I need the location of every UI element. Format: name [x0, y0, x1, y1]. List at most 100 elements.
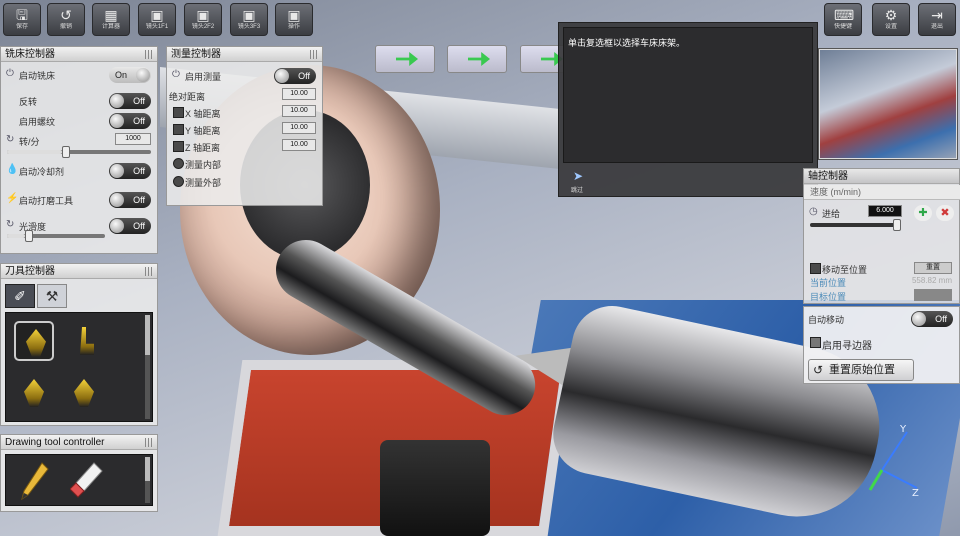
- panel-title: 刀具控制器: [1, 264, 157, 279]
- drawing-tool-panel: Drawing tool controller: [0, 434, 158, 512]
- coolant-toggle[interactable]: Off: [109, 163, 151, 179]
- drawing-tool-grid: [5, 454, 153, 506]
- minus-icon[interactable]: ✖: [936, 205, 954, 221]
- reset-origin-button[interactable]: ↺ 重置原始位置: [808, 359, 914, 381]
- undo-label: 撤销: [59, 24, 72, 30]
- reset-small-button[interactable]: 重置: [914, 262, 952, 274]
- scrollbar-thumb[interactable]: [145, 457, 150, 481]
- overview-minimap[interactable]: [818, 48, 958, 160]
- measure-inside-radio[interactable]: [173, 158, 184, 169]
- slider-fill: [7, 150, 62, 154]
- calculator-button[interactable]: ▦ 计算器: [92, 3, 130, 36]
- z-axis-label: Z: [912, 488, 919, 499]
- tool-item-1[interactable]: [14, 321, 54, 361]
- tool-tab-1[interactable]: [375, 45, 435, 73]
- speed-label: 转/分: [19, 137, 40, 147]
- save-icon: 🖫: [16, 7, 28, 23]
- x-distance-checkbox[interactable]: [173, 107, 184, 118]
- operation-camera-button[interactable]: ▣ 操作: [275, 3, 313, 36]
- settings-button[interactable]: ⚙ 设置: [872, 3, 910, 36]
- plus-icon[interactable]: ✚: [914, 205, 932, 221]
- z-axis-line: [881, 469, 918, 489]
- enable-measure-label: 启用测量: [185, 72, 222, 82]
- speed-row: ↻ 转/分 1000: [1, 131, 157, 158]
- camera3-label: 镜头3F3: [237, 24, 261, 30]
- panel-title: 测量控制器: [167, 47, 322, 62]
- toggle-knob: [110, 219, 124, 233]
- thread-toggle[interactable]: Off: [109, 113, 151, 129]
- measure-outside-radio[interactable]: [173, 176, 184, 187]
- y-distance-checkbox[interactable]: [173, 124, 184, 135]
- exit-button[interactable]: ⇥ 退出: [918, 3, 956, 36]
- panel-title: 轴控制器: [804, 169, 959, 184]
- feed-slider[interactable]: [810, 219, 901, 231]
- enable-measure-toggle[interactable]: Off: [274, 68, 316, 84]
- tool-category-tab-holder[interactable]: ⚒: [37, 284, 67, 308]
- tool-post: [380, 440, 490, 536]
- smoothness-toggle[interactable]: Off: [109, 218, 151, 234]
- drawing-panel-title: Drawing tool controller: [5, 437, 105, 448]
- tool-tab-2[interactable]: [447, 45, 507, 73]
- tool-grid-scrollbar[interactable]: [145, 315, 150, 419]
- undo-button[interactable]: ↺ 撤销: [47, 3, 85, 36]
- panel-grip-icon[interactable]: [145, 50, 154, 59]
- current-position-value: 558.82 mm: [911, 276, 952, 285]
- enable-measure-row: ⏻ 启用测量 Off: [167, 66, 322, 86]
- feed-value-field[interactable]: 6.000: [868, 205, 902, 217]
- settings-label: 设置: [884, 24, 897, 30]
- cutting-tool-icon: [74, 379, 94, 407]
- target-position-field[interactable]: [914, 289, 952, 301]
- tool-category-tab-cutter[interactable]: ✐: [5, 284, 35, 308]
- speed-slider[interactable]: [7, 146, 151, 158]
- polish-label: 启动打磨工具: [19, 196, 74, 206]
- camera3-button[interactable]: ▣ 镜头3F3: [230, 3, 268, 36]
- skip-icon[interactable]: ➤: [573, 169, 583, 183]
- slider-thumb[interactable]: [24, 230, 33, 242]
- lightning-icon: ⚡: [6, 193, 19, 204]
- y-axis-line: [881, 431, 908, 471]
- slider-thumb[interactable]: [892, 219, 901, 231]
- panel-grip-icon[interactable]: [145, 267, 154, 276]
- scrollbar-thumb[interactable]: [145, 315, 150, 355]
- reset-origin-label: 重置原始位置: [829, 364, 895, 376]
- z-distance-checkbox[interactable]: [173, 141, 184, 152]
- abs-distance-row: 绝对距离 10.00: [167, 86, 322, 103]
- thread-row: 启用螺纹 Off: [1, 111, 157, 131]
- clock-icon: ◷: [809, 206, 818, 217]
- camera2-button[interactable]: ▣ 镜头2F2: [184, 3, 222, 36]
- y-axis-label: Y: [899, 424, 907, 435]
- save-button[interactable]: 🖫 保存: [3, 3, 41, 36]
- toggle-state: Off: [133, 96, 145, 106]
- reverse-toggle[interactable]: Off: [109, 93, 151, 109]
- measure-inside-row: 测量内部: [167, 154, 322, 172]
- panel-grip-icon[interactable]: [145, 438, 154, 447]
- polish-toggle[interactable]: Off: [109, 192, 151, 208]
- edge-finder-row: 启用寻边器: [804, 333, 959, 353]
- auto-move-toggle[interactable]: Off: [911, 311, 953, 327]
- shortcuts-button[interactable]: ⌨ 快捷键: [824, 3, 862, 36]
- toggle-state: Off: [133, 195, 145, 205]
- edge-finder-label: 启用寻边器: [822, 341, 872, 352]
- refresh-icon: ↻: [6, 134, 15, 145]
- coolant-row: 💧 启动冷却剂 Off: [1, 161, 157, 181]
- drawing-grid-scrollbar[interactable]: [145, 457, 150, 503]
- start-lathe-toggle[interactable]: On: [109, 67, 151, 83]
- refresh-icon: ↻: [6, 219, 15, 230]
- camera1-button[interactable]: ▣ 镜头1F1: [138, 3, 176, 36]
- tool-item-4[interactable]: [64, 373, 104, 413]
- cutting-tool-icon: [24, 379, 44, 407]
- eraser-icon[interactable]: [70, 461, 104, 501]
- slider-thumb[interactable]: [61, 146, 70, 158]
- pencil-icon[interactable]: [20, 461, 50, 501]
- camera-icon: ▣: [242, 7, 256, 23]
- tool-item-2[interactable]: [64, 321, 104, 361]
- move-to-position-checkbox[interactable]: [810, 263, 821, 274]
- smoothness-slider[interactable]: [7, 230, 105, 242]
- panel-grip-icon[interactable]: [310, 50, 319, 59]
- tool-item-3[interactable]: [14, 373, 54, 413]
- toggle-state: Off: [133, 221, 145, 231]
- z-distance-value: 10.00: [282, 139, 316, 151]
- edge-finder-checkbox[interactable]: [810, 337, 821, 348]
- speed-value-field[interactable]: 1000: [115, 133, 151, 145]
- start-lathe-label: 启动铣床: [19, 71, 56, 81]
